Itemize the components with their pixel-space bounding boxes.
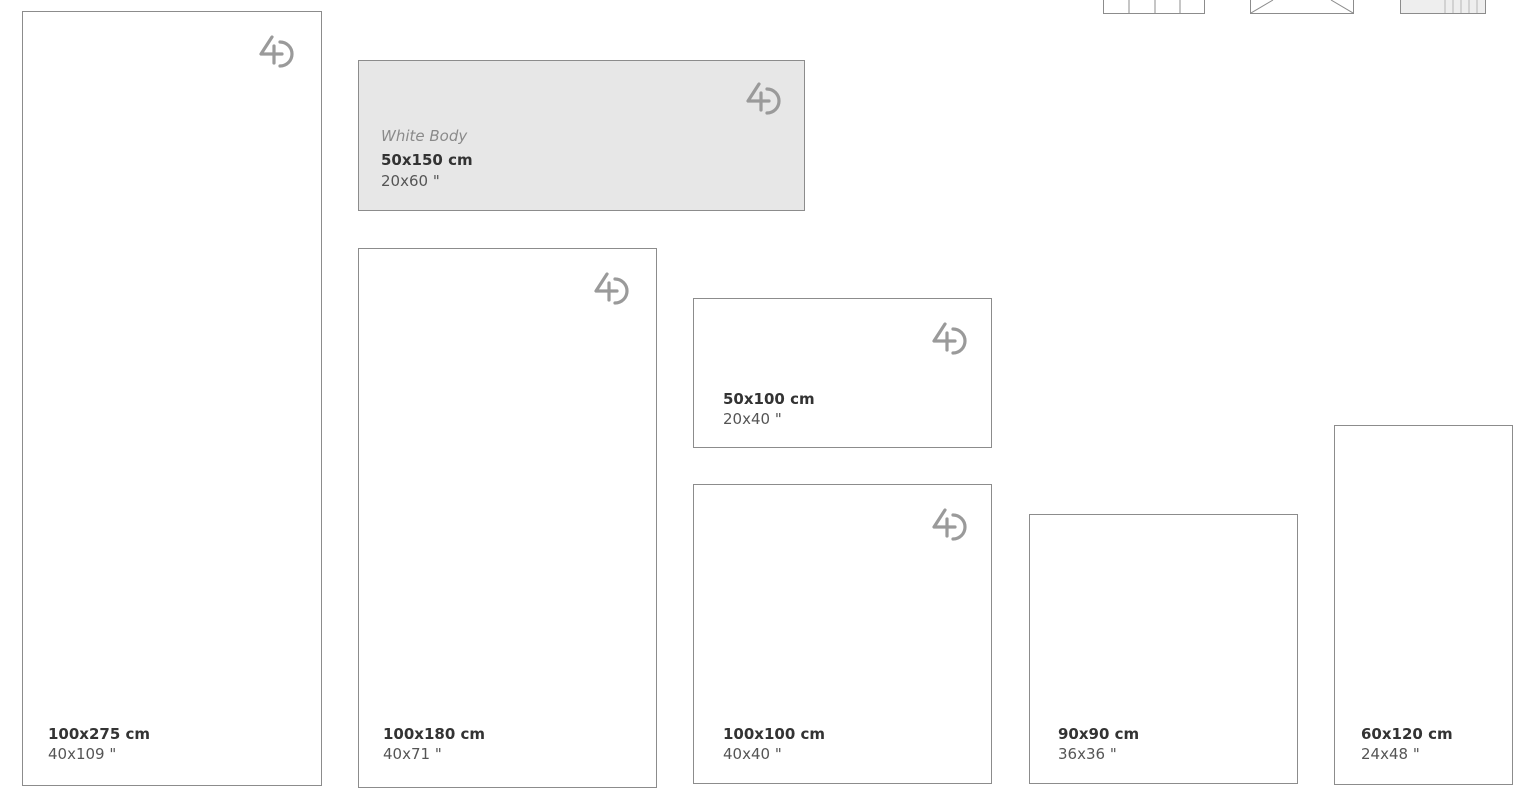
brand-logo-icon — [594, 272, 629, 305]
tile-size-inch: 40x109 " — [48, 745, 117, 763]
tile-size-cm: 50x150 cm — [381, 151, 473, 169]
brand-logo-icon — [259, 35, 294, 68]
brand-logo-icon — [746, 82, 781, 115]
tile-size-inch: 20x60 " — [381, 172, 440, 190]
tile-size-cm: 100x275 cm — [48, 725, 151, 743]
tile-size-cm: 100x180 cm — [383, 725, 486, 743]
tile-100x275[interactable]: 100x275 cm 40x109 " — [22, 11, 322, 786]
brand-logo-icon — [932, 508, 967, 541]
stripe-pattern-icon[interactable] — [1400, 0, 1486, 14]
tile-100x100[interactable]: 100x100 cm 40x40 " — [693, 484, 992, 784]
tile-finish-label: White Body — [381, 127, 468, 145]
tile-size-inch: 20x40 " — [723, 410, 782, 428]
tile-100x180[interactable]: 100x180 cm 40x71 " — [358, 248, 657, 788]
grid-pattern-icon[interactable] — [1103, 0, 1205, 14]
tile-90x90[interactable]: 90x90 cm 36x36 " — [1029, 514, 1298, 784]
tile-size-cm: 90x90 cm — [1058, 725, 1140, 743]
tile-size-inch: 24x48 " — [1361, 745, 1420, 763]
tile-size-inch: 36x36 " — [1058, 745, 1117, 763]
tile-size-inch: 40x40 " — [723, 745, 782, 763]
tile-size-inch: 40x71 " — [383, 745, 442, 763]
tile-size-cm: 100x100 cm — [723, 725, 826, 743]
tile-60x120[interactable]: 60x120 cm 24x48 " — [1334, 425, 1513, 785]
tile-size-cm: 50x100 cm — [723, 390, 815, 408]
envelope-pattern-icon[interactable] — [1250, 0, 1354, 14]
brand-logo-icon — [932, 322, 967, 355]
tile-size-cm: 60x120 cm — [1361, 725, 1453, 743]
tile-50x150[interactable]: White Body 50x150 cm 20x60 " — [358, 60, 805, 211]
tile-50x100[interactable]: 50x100 cm 20x40 " — [693, 298, 992, 448]
